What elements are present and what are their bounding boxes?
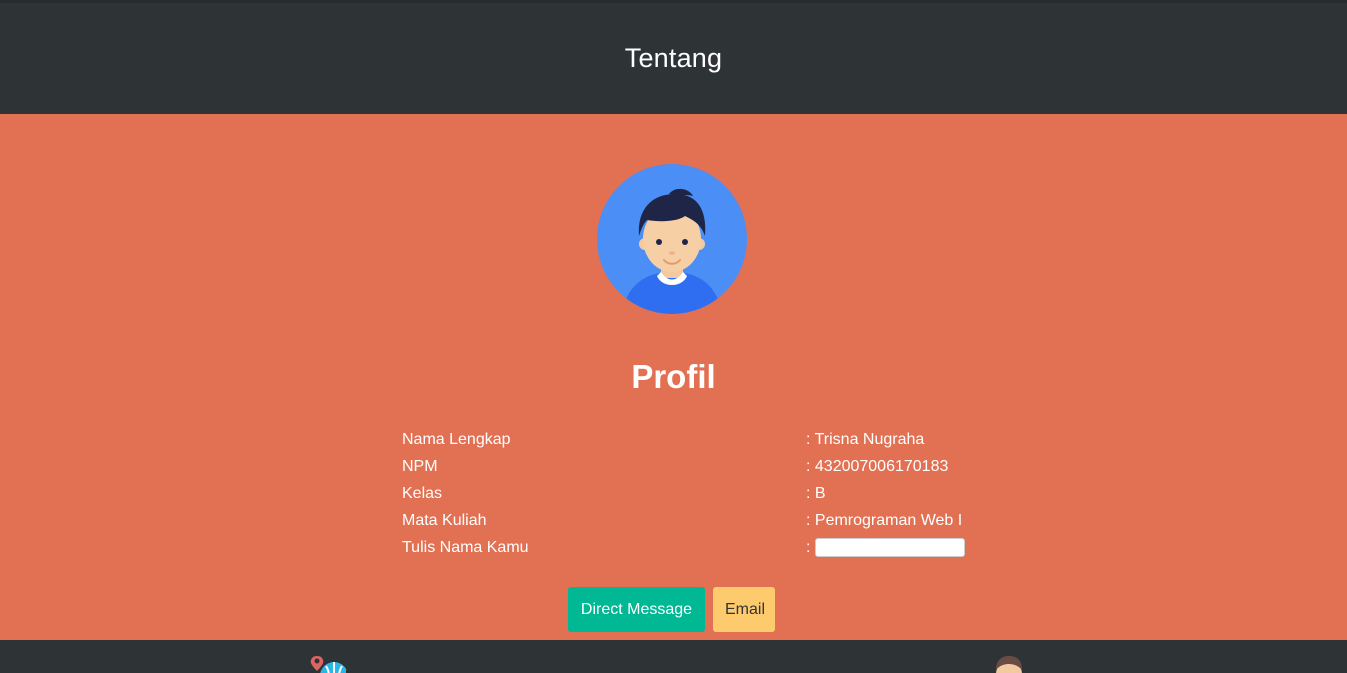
contact-buttons: Direct Message Email bbox=[568, 587, 775, 632]
input-prefix: : bbox=[806, 538, 811, 556]
name-input[interactable] bbox=[815, 538, 966, 557]
info-value: : 432007006170183 bbox=[806, 457, 949, 475]
person-icon bbox=[990, 654, 1030, 673]
footer bbox=[0, 640, 1347, 673]
info-row-full-name: Nama Lengkap : Trisna Nugraha bbox=[402, 426, 1002, 453]
info-label: Nama Lengkap bbox=[402, 430, 511, 448]
info-row-npm: NPM : 432007006170183 bbox=[402, 453, 1002, 480]
profile-info-table: Nama Lengkap : Trisna Nugraha NPM : 4320… bbox=[402, 426, 1002, 561]
info-label: NPM bbox=[402, 457, 438, 475]
info-value: : B bbox=[806, 484, 826, 502]
page-title: Tentang bbox=[624, 43, 723, 73]
user-avatar-icon bbox=[597, 164, 747, 314]
info-value: : Pemrograman Web I bbox=[806, 511, 963, 529]
email-button[interactable]: Email bbox=[713, 587, 775, 632]
info-label: Mata Kuliah bbox=[402, 511, 487, 529]
profile-heading: Profil bbox=[631, 358, 716, 395]
profile-section: Profil Nama Lengkap : Trisna Nugraha NPM… bbox=[0, 114, 1347, 640]
info-label: Tulis Nama Kamu bbox=[402, 538, 529, 556]
info-row-class: Kelas : B bbox=[402, 480, 1002, 507]
info-value: : bbox=[806, 538, 966, 557]
info-value: : Trisna Nugraha bbox=[806, 430, 925, 448]
info-row-course: Mata Kuliah : Pemrograman Web I bbox=[402, 507, 1002, 534]
globe-pin-icon bbox=[308, 654, 368, 673]
info-label: Kelas bbox=[402, 484, 443, 502]
direct-message-button[interactable]: Direct Message bbox=[568, 587, 705, 632]
info-row-name-input: Tulis Nama Kamu : bbox=[402, 534, 1002, 561]
top-header: Tentang bbox=[0, 0, 1347, 114]
